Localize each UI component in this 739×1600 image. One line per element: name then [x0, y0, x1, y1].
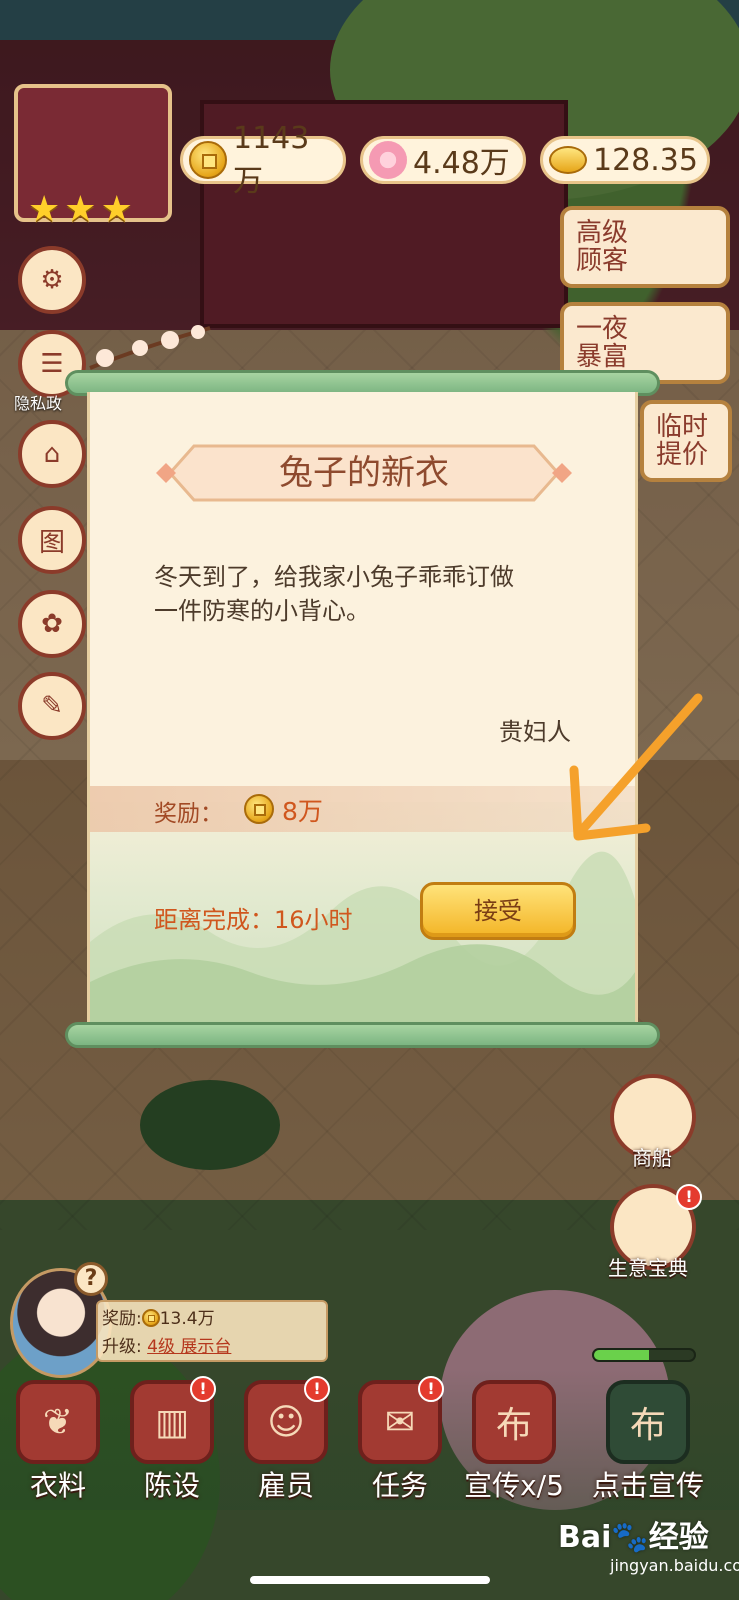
star-icon: ★: [28, 189, 61, 230]
vip-customer-text: 高级顾客: [576, 218, 629, 276]
watermark-brand2: 经验: [648, 1520, 709, 1555]
employee-reward-line: 奖励: 13.4万: [102, 1304, 215, 1329]
shop-star-rating: ★ ★ ★: [28, 192, 133, 228]
watermark-url: jingyan.baidu.com: [610, 1556, 739, 1575]
nav-employees-label: 雇员: [257, 1469, 314, 1502]
watermark-brand: Bai: [558, 1520, 612, 1555]
gold-ingot-icon: [549, 146, 587, 174]
lucky-bag-button[interactable]: ✿: [18, 590, 86, 658]
star-icon: ★: [64, 189, 97, 230]
nav-promote-label: 宣传x/5: [464, 1469, 564, 1502]
overnight-rich-text: 一夜暴富: [576, 314, 629, 372]
copper-coin-icon: [244, 794, 274, 824]
house-arrow-icon: ⌂: [43, 439, 61, 469]
nav-fabric-label: 衣料: [29, 1469, 86, 1502]
nav-click-promote-label: 点击宣传: [591, 1469, 704, 1502]
countdown-label: 距离完成：16小时: [154, 906, 353, 934]
temp-bid-card[interactable]: 临时提价: [640, 400, 732, 482]
upgrade-link[interactable]: 4级 展示台: [147, 1337, 231, 1357]
order-description: 冬天到了，给我家小兔子乖乖订做 一件防寒的小背心。: [154, 563, 514, 625]
gold-ingot-value: 128.35: [593, 142, 698, 178]
employee-upgrade-line: 升级: 4级 展示台: [102, 1332, 231, 1357]
copper-coin-value: 1143万: [233, 120, 310, 199]
bag-icon: ✿: [41, 609, 63, 639]
gold-ingot-counter[interactable]: 128.35: [540, 136, 710, 184]
home-indicator[interactable]: [250, 1576, 490, 1584]
nav-promote[interactable]: 布 宣传x/5: [464, 1380, 564, 1502]
nav-furnishing-label: 陈设: [143, 1469, 200, 1502]
scroll-bottom-rod: [65, 1022, 660, 1048]
picture-icon: 图: [38, 527, 65, 558]
paw-icon: 🐾: [611, 1520, 649, 1555]
baidu-watermark: Bai🐾经验: [558, 1512, 709, 1556]
business-guide-label: 生意宝典: [608, 1256, 688, 1280]
employee-upgrade-label: 升级:: [102, 1337, 142, 1357]
settings-gear-button[interactable]: ⚙: [18, 246, 86, 314]
copper-coin-icon: [141, 1309, 160, 1327]
nav-employees[interactable]: ☺ ! 雇员: [236, 1376, 336, 1502]
copper-coin-counter[interactable]: 1143万: [180, 121, 346, 199]
employee-reward-label: 奖励:: [102, 1309, 142, 1329]
map-button[interactable]: 图: [18, 506, 86, 574]
privacy-label: 隐私政: [14, 394, 63, 413]
brush-icon: ✎: [41, 691, 63, 721]
alert-badge: !: [304, 1376, 330, 1402]
banner-icon: 布: [606, 1380, 690, 1464]
peach-blossom-icon: [369, 141, 407, 179]
nav-fabric[interactable]: ❦ 衣料: [8, 1380, 108, 1502]
gear-icon: ⚙: [40, 265, 64, 295]
temp-bid-text: 临时提价: [656, 412, 709, 470]
promote-progress-fill: [594, 1350, 649, 1360]
nav-tasks-label: 任务: [371, 1469, 428, 1502]
peach-blossom-value: 4.48万: [413, 146, 510, 181]
alert-badge: !: [190, 1376, 216, 1402]
order-scroll-dialog: 兔子的新衣 冬天到了，给我家小兔子乖乖订做 一件防寒的小背心。 贵妇人 奖励： …: [87, 392, 638, 1032]
copper-coin-icon: [189, 141, 227, 179]
alert-badge: !: [676, 1184, 702, 1210]
nav-furnishing[interactable]: ▥ ! 陈设: [122, 1376, 222, 1502]
reward-value: 8万: [282, 797, 323, 826]
plum-blossom-branch: [89, 325, 211, 370]
order-title: 兔子的新衣: [279, 453, 449, 493]
reward-label: 奖励：: [154, 801, 223, 827]
help-button[interactable]: ?: [74, 1262, 108, 1296]
star-icon: ★: [100, 189, 133, 230]
nav-tasks[interactable]: ✉ ! 任务: [350, 1376, 450, 1502]
guide-arrow-icon: [569, 693, 703, 841]
nav-click-promote[interactable]: 布 点击宣传: [588, 1380, 708, 1502]
promote-progress-bar: [592, 1348, 696, 1362]
merchant-ship-label: 商船: [632, 1146, 672, 1170]
upgrade-button[interactable]: ⌂: [18, 420, 86, 488]
paint-button[interactable]: ✎: [18, 672, 86, 740]
vip-customer-card[interactable]: 高级顾客: [560, 206, 730, 288]
poster-icon: 布: [472, 1380, 556, 1464]
scroll-icon: ❦: [16, 1380, 100, 1464]
alert-badge: !: [418, 1376, 444, 1402]
document-icon: ☰: [40, 349, 64, 379]
peach-blossom-counter[interactable]: 4.48万: [360, 136, 526, 184]
employee-reward-value: 13.4万: [159, 1309, 215, 1329]
accept-button[interactable]: 接受: [420, 882, 576, 940]
